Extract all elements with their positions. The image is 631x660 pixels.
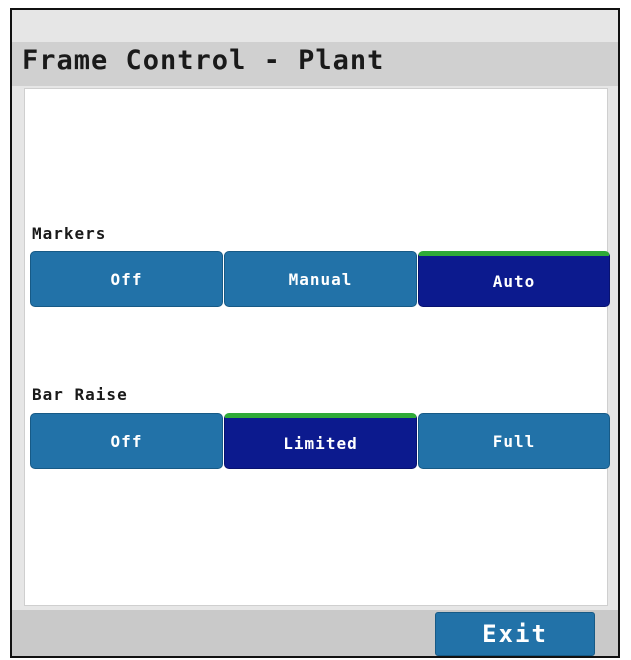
- markers-segmented-control: Off Manual Auto: [30, 251, 612, 307]
- bottom-bar: Exit: [12, 610, 618, 656]
- markers-manual-button[interactable]: Manual: [224, 251, 417, 307]
- markers-label: Markers: [32, 224, 107, 243]
- page-title: Frame Control - Plant: [22, 45, 385, 76]
- bar-raise-limited-button[interactable]: Limited: [224, 413, 417, 469]
- frame-control-window: Frame Control - Plant Markers Off Manual…: [10, 8, 620, 658]
- bar-raise-label: Bar Raise: [32, 385, 128, 404]
- markers-auto-button[interactable]: Auto: [418, 251, 610, 307]
- title-bar: Frame Control - Plant: [12, 42, 618, 86]
- exit-button[interactable]: Exit: [435, 612, 595, 656]
- content-panel: Markers Off Manual Auto Bar Raise Off Li…: [24, 88, 610, 606]
- bar-raise-full-button[interactable]: Full: [418, 413, 610, 469]
- bar-raise-off-button[interactable]: Off: [30, 413, 223, 469]
- markers-off-button[interactable]: Off: [30, 251, 223, 307]
- bar-raise-segmented-control: Off Limited Full: [30, 413, 612, 469]
